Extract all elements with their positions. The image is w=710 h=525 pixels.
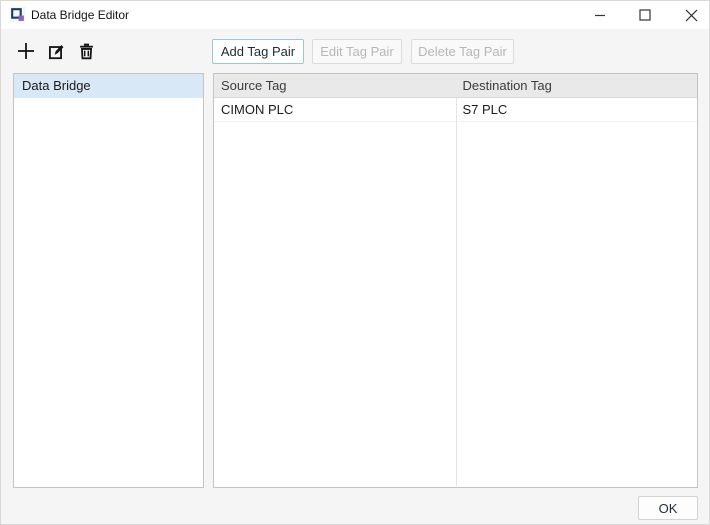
minimize-icon: [594, 9, 606, 21]
close-button[interactable]: [675, 1, 707, 29]
delete-bridge-button[interactable]: [73, 39, 99, 63]
column-divider: [456, 98, 457, 486]
bridge-list-panel: Data Bridge: [13, 73, 204, 488]
plus-icon: [17, 42, 35, 60]
minimize-button[interactable]: [584, 1, 616, 29]
close-icon: [685, 9, 698, 22]
table-header: Source Tag Destination Tag: [214, 74, 697, 98]
column-header-destination-tag[interactable]: Destination Tag: [456, 74, 698, 97]
maximize-icon: [639, 9, 651, 21]
add-bridge-button[interactable]: [13, 39, 39, 63]
column-header-source-tag[interactable]: Source Tag: [214, 74, 456, 97]
ok-button[interactable]: OK: [638, 496, 698, 520]
list-item-data-bridge[interactable]: Data Bridge: [14, 74, 203, 98]
edit-bridge-button[interactable]: [43, 39, 69, 63]
delete-tag-pair-button[interactable]: Delete Tag Pair: [411, 39, 514, 64]
trash-icon: [78, 43, 95, 60]
table-body: CIMON PLC S7 PLC: [214, 98, 697, 486]
cell-destination-tag: S7 PLC: [456, 98, 698, 121]
edit-icon: [48, 43, 65, 60]
window-title: Data Bridge Editor: [31, 1, 129, 29]
edit-tag-pair-button[interactable]: Edit Tag Pair: [312, 39, 402, 64]
cell-source-tag: CIMON PLC: [214, 98, 456, 121]
titlebar: Data Bridge Editor: [1, 1, 709, 29]
tag-pair-table: Source Tag Destination Tag CIMON PLC S7 …: [213, 73, 698, 488]
add-tag-pair-button[interactable]: Add Tag Pair: [212, 39, 304, 64]
cimon-logo-icon: [9, 6, 26, 23]
data-bridge-editor-window: Data Bridge Editor: [0, 0, 710, 525]
maximize-button[interactable]: [629, 1, 661, 29]
